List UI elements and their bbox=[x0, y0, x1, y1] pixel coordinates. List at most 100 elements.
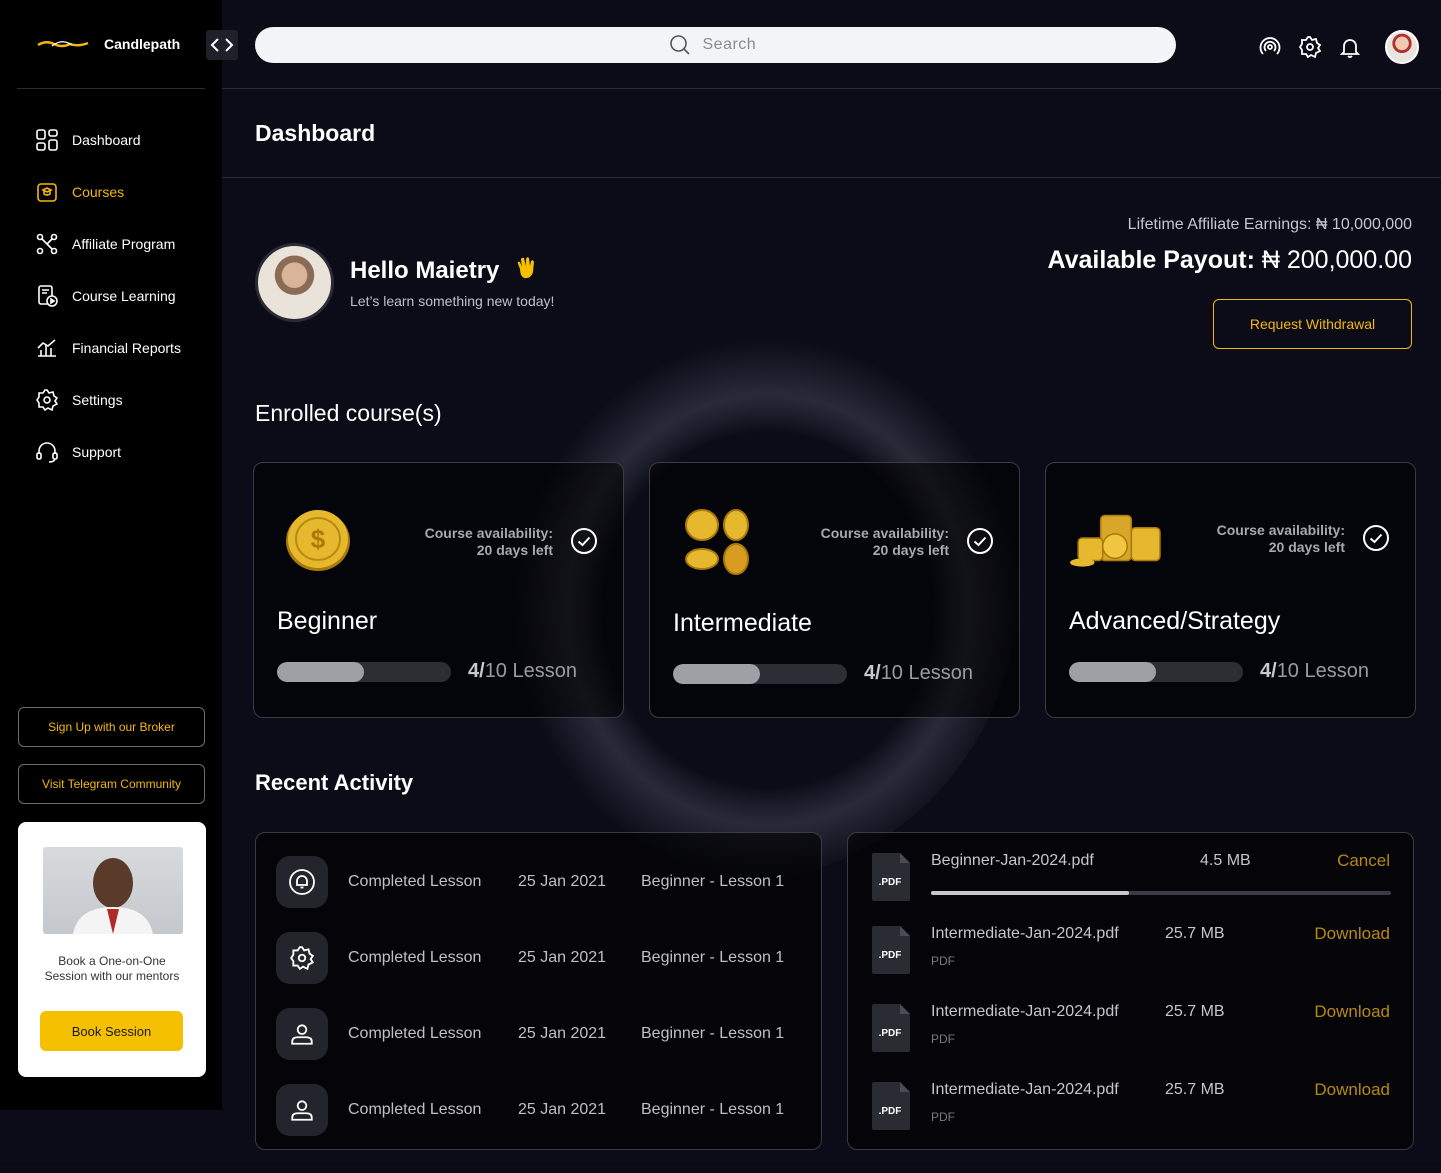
file-row[interactable]: .PDF Intermediate-Jan-2024.pdf 25.7 MB P… bbox=[870, 1080, 1390, 1136]
lessons-total: 10 Lesson bbox=[1276, 660, 1369, 682]
availability-label: Course availability: bbox=[1216, 522, 1345, 538]
cancel-upload-button[interactable]: Cancel bbox=[1337, 851, 1390, 871]
activity-text: Completed Lesson bbox=[348, 873, 482, 890]
broadcast-icon[interactable] bbox=[1257, 32, 1283, 62]
course-availability: Course availability: 20 days left bbox=[425, 525, 553, 559]
search-input[interactable] bbox=[702, 36, 763, 54]
mentor-photo bbox=[43, 847, 183, 934]
sidebar-nav: Dashboard Courses Affiliate Program Cour… bbox=[34, 114, 214, 478]
book-session-button[interactable]: Book Session bbox=[40, 1011, 183, 1051]
file-row[interactable]: .PDF Intermediate-Jan-2024.pdf 25.7 MB P… bbox=[870, 924, 1390, 980]
gear-icon bbox=[34, 387, 60, 413]
pdf-file-icon: .PDF bbox=[872, 1082, 910, 1130]
sidebar-item-label: Support bbox=[72, 444, 122, 460]
course-card-advanced[interactable]: Course availability: 20 days left Advanc… bbox=[1045, 462, 1416, 718]
download-button[interactable]: Download bbox=[1314, 1080, 1390, 1100]
activity-row[interactable]: Completed Lesson 25 Jan 2021 Beginner - … bbox=[276, 932, 784, 984]
payout-label: Available Payout: bbox=[1047, 246, 1255, 274]
file-type: PDF bbox=[931, 1032, 955, 1046]
user-icon bbox=[276, 1008, 328, 1060]
svg-text:.PDF: .PDF bbox=[879, 877, 902, 888]
sidebar-item-support[interactable]: Support bbox=[34, 426, 214, 478]
code-chevrons-icon bbox=[210, 38, 234, 52]
sidebar-item-financial-reports[interactable]: Financial Reports bbox=[34, 322, 214, 374]
activity-row[interactable]: Completed Lesson 25 Jan 2021 Beginner - … bbox=[276, 856, 784, 908]
gear-icon bbox=[276, 932, 328, 984]
activity-text: Completed Lesson bbox=[348, 1101, 482, 1118]
recent-activity-title: Recent Activity bbox=[255, 770, 414, 795]
availability-days: 20 days left bbox=[1268, 539, 1345, 555]
collapse-sidebar-button[interactable] bbox=[206, 30, 238, 60]
search-bar[interactable] bbox=[255, 27, 1176, 63]
coins-stack-icon bbox=[685, 509, 749, 575]
telegram-community-button[interactable]: Visit Telegram Community bbox=[18, 764, 205, 804]
course-availability: Course availability: 20 days left bbox=[821, 525, 949, 559]
availability-label: Course availability: bbox=[820, 525, 949, 541]
progress-fill bbox=[673, 664, 760, 684]
grid-icon bbox=[34, 127, 60, 153]
sidebar: Candlepath Dashboard Courses Affiliate P… bbox=[0, 0, 238, 1110]
course-card-beginner[interactable]: $ Course availability: 20 days left Begi… bbox=[253, 462, 624, 718]
user-avatar-top[interactable] bbox=[1385, 30, 1419, 64]
svg-text:.PDF: .PDF bbox=[879, 950, 902, 961]
title-divider bbox=[222, 177, 1441, 178]
single-coin-icon: $ bbox=[286, 510, 350, 571]
course-card-intermediate[interactable]: Course availability: 20 days left Interm… bbox=[649, 462, 1020, 718]
user-avatar bbox=[255, 243, 334, 322]
request-withdrawal-button[interactable]: Request Withdrawal bbox=[1213, 299, 1412, 349]
bell-icon[interactable] bbox=[1337, 32, 1363, 62]
bell-icon bbox=[276, 856, 328, 908]
progress-fill bbox=[277, 662, 364, 682]
sidebar-item-course-learning[interactable]: Course Learning bbox=[34, 270, 214, 322]
sidebar-item-settings[interactable]: Settings bbox=[34, 374, 214, 426]
sidebar-item-dashboard[interactable]: Dashboard bbox=[34, 114, 214, 166]
download-button[interactable]: Download bbox=[1314, 924, 1390, 944]
user-icon bbox=[276, 1084, 328, 1136]
broker-signup-button[interactable]: Sign Up with our Broker bbox=[18, 707, 205, 747]
activity-date: 25 Jan 2021 bbox=[518, 1025, 607, 1042]
file-row[interactable]: .PDF Intermediate-Jan-2024.pdf 25.7 MB P… bbox=[870, 1002, 1390, 1058]
file-size: 25.7 MB bbox=[1165, 925, 1225, 942]
progress-fill bbox=[1069, 662, 1156, 682]
check-circle-icon[interactable] bbox=[570, 527, 598, 555]
pdf-file-icon: .PDF bbox=[872, 1004, 910, 1052]
file-name: Beginner-Jan-2024.pdf bbox=[931, 852, 1094, 869]
availability-days: 20 days left bbox=[476, 542, 553, 558]
app-root: Candlepath Dashboard Courses Affiliate P… bbox=[0, 0, 1441, 1173]
candle-logo-icon bbox=[37, 41, 89, 48]
file-name: Intermediate-Jan-2024.pdf bbox=[931, 925, 1119, 942]
greeting-subtitle: Let’s learn something new today! bbox=[350, 293, 555, 309]
file-size: 25.7 MB bbox=[1165, 1003, 1225, 1020]
file-progress-bar bbox=[931, 891, 1391, 895]
activity-row[interactable]: Completed Lesson 25 Jan 2021 Beginner - … bbox=[276, 1008, 784, 1060]
check-circle-icon[interactable] bbox=[966, 527, 994, 555]
sidebar-item-label: Courses bbox=[72, 184, 125, 200]
brand-logo[interactable]: Candlepath bbox=[36, 34, 180, 54]
activity-lesson: Beginner - Lesson 1 bbox=[641, 949, 785, 966]
course-progress-bar bbox=[673, 664, 847, 684]
course-progress-bar bbox=[1069, 662, 1243, 682]
download-button[interactable]: Download bbox=[1314, 1002, 1390, 1022]
chart-icon bbox=[34, 335, 60, 361]
file-name: Intermediate-Jan-2024.pdf bbox=[931, 1081, 1119, 1098]
activity-date: 25 Jan 2021 bbox=[518, 1101, 607, 1118]
activity-date: 25 Jan 2021 bbox=[518, 873, 607, 890]
settings-gear-icon[interactable] bbox=[1297, 32, 1323, 62]
enrolled-courses-title: Enrolled course(s) bbox=[255, 400, 442, 426]
network-icon bbox=[34, 231, 60, 257]
sidebar-item-affiliate[interactable]: Affiliate Program bbox=[34, 218, 214, 270]
sidebar-item-courses[interactable]: Courses bbox=[34, 166, 214, 218]
activity-lesson: Beginner - Lesson 1 bbox=[641, 1101, 785, 1118]
greeting: Hello Maietry bbox=[350, 255, 539, 287]
check-circle-icon[interactable] bbox=[1362, 524, 1390, 552]
file-row[interactable]: .PDF Beginner-Jan-2024.pdf 4.5 MB Cancel bbox=[870, 851, 1391, 907]
activity-row[interactable]: Completed Lesson 25 Jan 2021 Beginner - … bbox=[276, 1084, 784, 1136]
lessons-total: 10 Lesson bbox=[880, 662, 973, 684]
activity-panel: Completed Lesson 25 Jan 2021 Beginner - … bbox=[255, 832, 822, 1150]
top-icons bbox=[1257, 30, 1419, 64]
course-name: Beginner bbox=[277, 607, 378, 635]
course-name: Intermediate bbox=[673, 609, 812, 637]
top-divider bbox=[222, 88, 1441, 89]
sidebar-item-label: Affiliate Program bbox=[72, 236, 176, 252]
lessons-done: 4/ bbox=[864, 662, 881, 684]
